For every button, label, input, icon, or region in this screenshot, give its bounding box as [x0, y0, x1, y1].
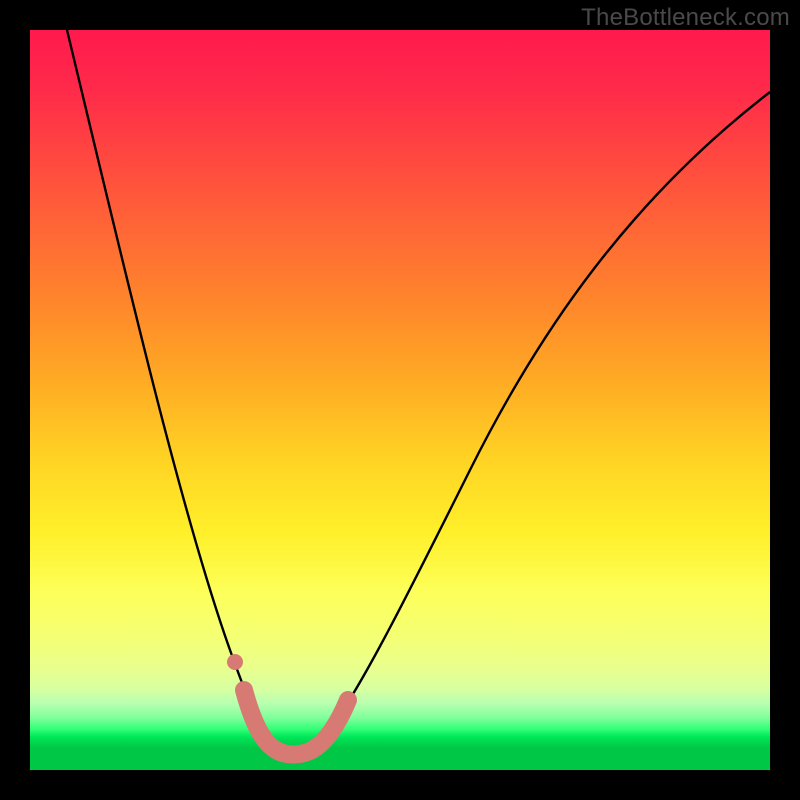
- chart-frame: TheBottleneck.com: [0, 0, 800, 800]
- plot-area: [30, 30, 770, 770]
- bottleneck-highlight: [244, 690, 348, 755]
- curve-path: [67, 30, 770, 748]
- highlight-dot: [227, 654, 243, 670]
- bottleneck-curve: [30, 30, 770, 770]
- watermark-text: TheBottleneck.com: [581, 4, 790, 32]
